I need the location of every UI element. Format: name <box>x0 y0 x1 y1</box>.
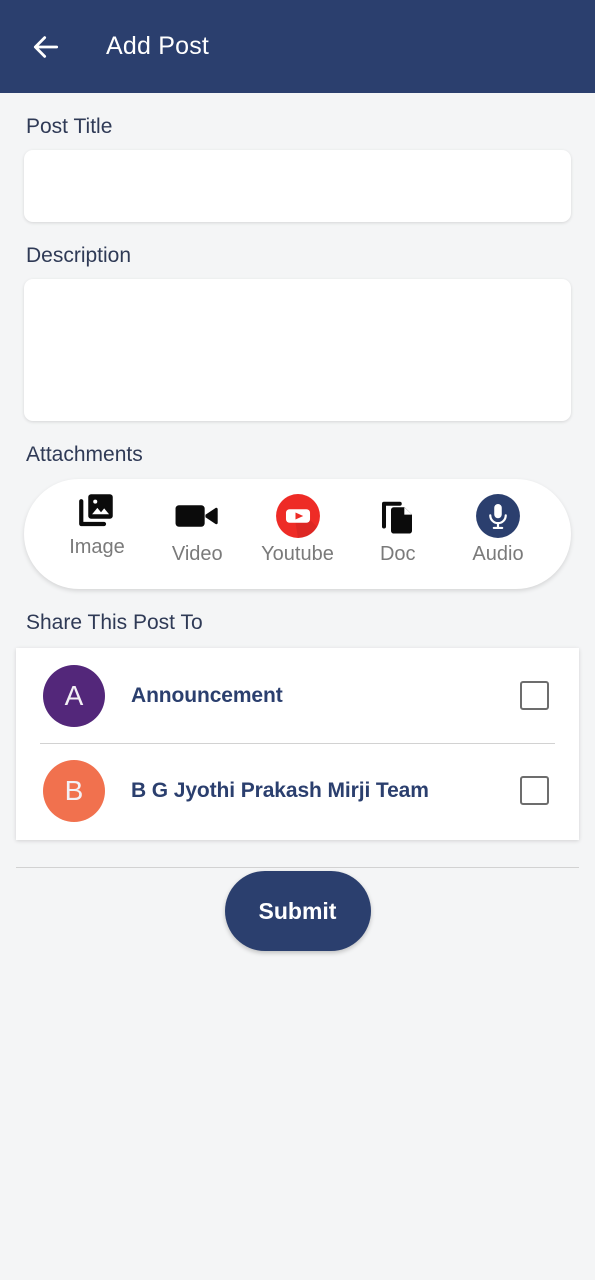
post-title-input[interactable] <box>24 150 571 222</box>
attachment-label-doc: Doc <box>379 543 416 565</box>
avatar: B <box>43 759 105 822</box>
photo-library-icon <box>76 487 118 533</box>
attachment-option-doc[interactable]: Doc <box>355 493 441 564</box>
page-title: Add Post <box>106 32 210 60</box>
arrow-left-icon <box>33 35 59 58</box>
attachment-option-video[interactable]: Video <box>154 493 240 564</box>
attachment-label-image: Image <box>69 536 125 558</box>
share-row-checkbox[interactable] <box>520 681 549 710</box>
share-row-label: Announcement <box>131 683 283 707</box>
videocam-icon <box>174 493 220 539</box>
attachment-option-image[interactable]: Image <box>54 493 140 557</box>
share-list-divider <box>16 867 579 868</box>
microphone-icon <box>475 493 521 539</box>
attachment-label-video: Video <box>171 543 223 565</box>
attachments-card: Image Video Youtube Doc Audio <box>24 479 571 589</box>
app-bar: Add Post <box>0 0 595 93</box>
share-row-label: B G Jyothi Prakash Mirji Team <box>131 778 429 802</box>
document-copy-icon <box>377 493 419 539</box>
post-title-label: Post Title <box>26 115 113 138</box>
share-list-label: Share This Post To <box>26 611 203 634</box>
attachments-label: Attachments <box>26 443 143 466</box>
submit-button[interactable]: Submit <box>224 871 371 951</box>
attachment-label-youtube: Youtube <box>261 543 334 565</box>
submit-row: Submit <box>0 871 595 951</box>
youtube-icon <box>275 493 321 539</box>
avatar: A <box>43 664 105 727</box>
description-input[interactable] <box>24 279 571 421</box>
form-area: Post Title Description Attachments Image <box>0 115 595 635</box>
share-row-team[interactable]: B B G Jyothi Prakash Mirji Team <box>16 743 579 838</box>
attachment-label-audio: Audio <box>472 543 524 565</box>
attachment-option-youtube[interactable]: Youtube <box>255 493 341 564</box>
avatar-initial: A <box>64 679 84 711</box>
share-row-announcement[interactable]: A Announcement <box>16 648 579 743</box>
share-row-checkbox[interactable] <box>520 776 549 805</box>
avatar-initial: B <box>64 774 84 806</box>
add-post-screen: Add Post Post Title Description Attachme… <box>0 0 595 1280</box>
share-list-card: A Announcement B B G Jyothi Prakash Mirj… <box>16 648 579 840</box>
back-button[interactable] <box>26 27 66 67</box>
attachment-option-audio[interactable]: Audio <box>455 493 541 564</box>
description-label: Description <box>26 244 132 267</box>
